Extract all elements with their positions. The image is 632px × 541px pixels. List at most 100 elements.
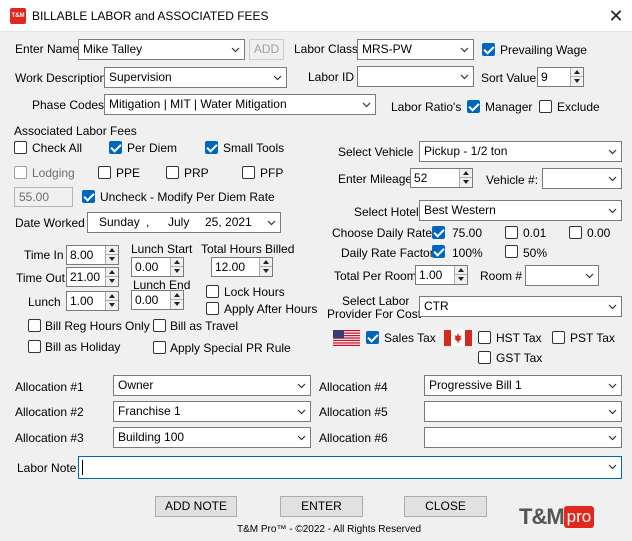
add-name-button[interactable]: ADD (249, 39, 284, 60)
chevron-down-icon[interactable] (608, 174, 617, 183)
arrow-down-icon[interactable] (571, 77, 583, 86)
chevron-down-icon[interactable] (608, 302, 617, 311)
bill-reg-hours-checkbox[interactable] (28, 319, 41, 332)
chevron-down-icon[interactable] (608, 433, 617, 442)
chevron-down-icon[interactable] (460, 45, 469, 54)
rate-000-checkbox[interactable] (569, 226, 582, 239)
hotel-combo[interactable]: Best Western (419, 200, 622, 221)
lunch-stepper[interactable]: 1.00 (66, 291, 119, 311)
date-worked-picker[interactable]: Sunday , July 25, 2021 (87, 212, 281, 233)
arrow-down-icon[interactable] (171, 300, 183, 309)
allocation-5-combo[interactable] (424, 401, 622, 422)
sort-value-stepper[interactable]: 9 (537, 67, 584, 87)
labor-id-combo[interactable] (357, 66, 474, 87)
manager-checkbox[interactable] (467, 100, 480, 113)
chevron-down-icon[interactable] (273, 73, 282, 82)
chevron-down-icon[interactable] (608, 407, 617, 416)
hst-tax-checkbox[interactable] (478, 331, 491, 344)
arrow-up-icon[interactable] (171, 258, 183, 267)
chevron-down-icon[interactable] (585, 271, 594, 280)
labor-class-combo[interactable]: MRS-PW (357, 39, 474, 60)
apply-after-hours-checkbox[interactable] (206, 302, 219, 315)
arrow-up-icon[interactable] (106, 246, 118, 255)
allocation-1-combo[interactable]: Owner (113, 375, 311, 396)
total-hours-stepper[interactable]: 12.00 (211, 257, 273, 277)
allocation-5-label: Allocation #5 (319, 405, 388, 419)
ppe-checkbox[interactable] (98, 166, 111, 179)
chevron-down-icon[interactable] (267, 218, 276, 227)
arrow-down-icon[interactable] (106, 255, 118, 264)
modify-per-diem-checkbox[interactable] (82, 190, 95, 203)
chevron-down-icon[interactable] (608, 462, 617, 471)
rate-001-checkbox[interactable] (505, 226, 518, 239)
close-icon[interactable]: ✕ (605, 5, 627, 27)
chevron-down-icon[interactable] (297, 381, 306, 390)
allocation-3-combo[interactable]: Building 100 (113, 427, 311, 448)
time-in-stepper[interactable]: 8.00 (66, 245, 119, 265)
room-number-combo[interactable] (525, 265, 599, 286)
factor-100-checkbox[interactable] (432, 245, 445, 258)
work-description-combo[interactable]: Supervision (104, 67, 287, 88)
prevailing-wage-checkbox[interactable] (482, 43, 495, 56)
ppe-label: PPE (116, 166, 141, 180)
lodging-checkbox[interactable] (14, 166, 27, 179)
add-note-button[interactable]: ADD NOTE (155, 496, 237, 517)
factor-50-checkbox[interactable] (505, 245, 518, 258)
allocation-6-label: Allocation #6 (319, 431, 388, 445)
gst-tax-checkbox[interactable] (478, 351, 491, 364)
exclude-checkbox[interactable] (539, 100, 552, 113)
arrow-down-icon[interactable] (260, 267, 272, 276)
lunch-end-stepper[interactable]: 0.00 (131, 290, 184, 310)
arrow-up-icon[interactable] (260, 258, 272, 267)
labor-provider-combo[interactable]: CTR (419, 296, 622, 317)
chevron-down-icon[interactable] (608, 147, 617, 156)
chevron-down-icon[interactable] (608, 206, 617, 215)
enter-button[interactable]: ENTER (280, 496, 363, 517)
lodging-label: Lodging (32, 166, 75, 180)
name-combo[interactable]: Mike Talley (78, 39, 245, 60)
small-tools-checkbox[interactable] (205, 141, 218, 154)
allocation-4-combo[interactable]: Progressive Bill 1 (424, 375, 622, 396)
allocation-6-combo[interactable] (424, 427, 622, 448)
text-caret (82, 460, 83, 475)
bill-as-travel-checkbox[interactable] (153, 319, 166, 332)
vehicle-number-combo[interactable] (542, 168, 622, 189)
arrow-down-icon[interactable] (106, 301, 118, 310)
phase-codes-combo[interactable]: Mitigation | MIT | Water Mitigation (104, 94, 376, 115)
per-diem-checkbox[interactable] (109, 141, 122, 154)
sales-tax-checkbox[interactable] (366, 331, 379, 344)
lock-hours-checkbox[interactable] (206, 285, 219, 298)
chevron-down-icon[interactable] (608, 381, 617, 390)
chevron-down-icon[interactable] (231, 45, 240, 54)
time-out-stepper[interactable]: 21.00 (66, 267, 119, 287)
arrow-down-icon[interactable] (171, 267, 183, 276)
allocation-2-combo[interactable]: Franchise 1 (113, 401, 311, 422)
close-button[interactable]: CLOSE (404, 496, 487, 517)
labor-note-combo[interactable] (78, 456, 622, 479)
arrow-up-icon[interactable] (171, 291, 183, 300)
mileage-stepper[interactable]: 52 (410, 168, 473, 188)
rate-75-checkbox[interactable] (432, 226, 445, 239)
prp-checkbox[interactable] (166, 166, 179, 179)
bill-as-holiday-checkbox[interactable] (28, 340, 41, 353)
arrow-up-icon[interactable] (571, 68, 583, 77)
arrow-up-icon[interactable] (460, 169, 472, 178)
arrow-down-icon[interactable] (455, 275, 467, 284)
chevron-down-icon[interactable] (362, 100, 371, 109)
chevron-down-icon[interactable] (297, 433, 306, 442)
vehicle-combo[interactable]: Pickup - 1/2 ton (419, 141, 622, 162)
arrow-up-icon[interactable] (455, 266, 467, 275)
total-per-room-stepper[interactable]: 1.00 (415, 265, 468, 285)
arrow-up-icon[interactable] (106, 292, 118, 301)
pfp-checkbox[interactable] (242, 166, 255, 179)
lunch-start-stepper[interactable]: 0.00 (131, 257, 184, 277)
chevron-down-icon[interactable] (297, 407, 306, 416)
chevron-down-icon[interactable] (460, 72, 469, 81)
pst-tax-checkbox[interactable] (552, 331, 565, 344)
check-all-checkbox[interactable] (14, 141, 27, 154)
special-pr-rule-checkbox[interactable] (153, 341, 166, 354)
arrow-down-icon[interactable] (106, 277, 118, 286)
per-diem-rate-input[interactable]: 55.00 (14, 187, 73, 207)
arrow-up-icon[interactable] (106, 268, 118, 277)
arrow-down-icon[interactable] (460, 178, 472, 187)
